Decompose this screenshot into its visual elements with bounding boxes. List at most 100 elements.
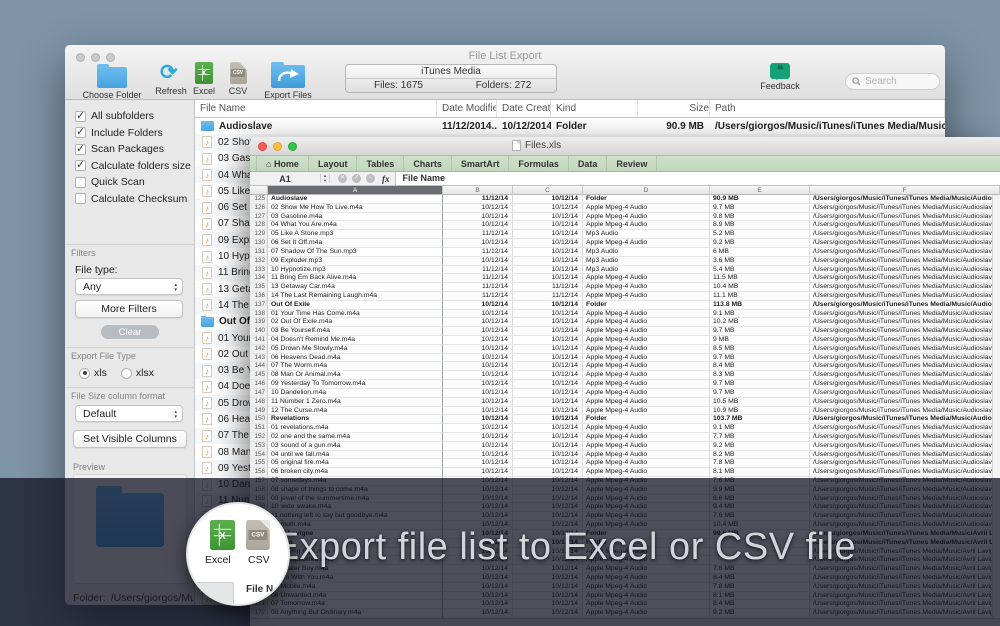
excel-column-E[interactable]: E (710, 186, 810, 195)
excel-row[interactable]: 13209 Exploder.mp310/12/1410/12/14Mp3 Au… (250, 257, 1000, 266)
row-number[interactable]: 129 (250, 230, 268, 239)
row-number[interactable]: 150 (250, 415, 268, 424)
row-number[interactable]: 145 (250, 371, 268, 380)
excel-row[interactable]: 15202 one and the same.m4a10/12/1410/12/… (250, 433, 1000, 442)
radio-xls[interactable]: xls (79, 367, 107, 379)
excel-row[interactable]: 13411 Bring Em Back Alive.m4a11/12/1410/… (250, 274, 1000, 283)
row-number[interactable]: 156 (250, 468, 268, 477)
row-number[interactable]: 136 (250, 292, 268, 301)
excel-row[interactable]: 13902 Out Of Exile.m4a10/12/1410/12/14Ap… (250, 318, 1000, 327)
excel-tab-charts[interactable]: Charts (404, 156, 452, 171)
choose-folder-button[interactable]: Choose Folder (79, 63, 145, 100)
excel-row[interactable]: 12703 Gasoline.m4a10/12/1410/12/14Apple … (250, 213, 1000, 222)
row-number[interactable]: 127 (250, 213, 268, 222)
excel-column-C[interactable]: C (513, 186, 583, 195)
excel-tab-formulas[interactable]: Formulas (509, 156, 569, 171)
minimize-icon[interactable] (273, 142, 282, 151)
excel-tab-tables[interactable]: Tables (357, 156, 404, 171)
excel-row[interactable]: 14306 Heavens Dead.m4a10/12/1410/12/14Ap… (250, 354, 1000, 363)
row-number[interactable]: 134 (250, 274, 268, 283)
excel-column-B[interactable]: B (443, 186, 513, 195)
row-number[interactable]: 143 (250, 354, 268, 363)
excel-row[interactable]: 12602 Show Me How To Live.m4a10/12/1410/… (250, 204, 1000, 213)
row-number[interactable]: 155 (250, 459, 268, 468)
row-number[interactable]: 139 (250, 318, 268, 327)
fx-icon[interactable]: fx (382, 174, 390, 184)
row-number[interactable]: 144 (250, 362, 268, 371)
stepper-icon[interactable]: ▲▼ (320, 174, 330, 183)
row-number[interactable]: 147 (250, 389, 268, 398)
feedback-button[interactable]: ❝ Feedback (755, 63, 805, 91)
excel-tab-smartart[interactable]: SmartArt (452, 156, 510, 171)
excel-row[interactable]: 14407 The Worm.m4a10/12/1410/12/14Apple … (250, 362, 1000, 371)
row-number[interactable]: 132 (250, 257, 268, 266)
row-number[interactable]: 128 (250, 221, 268, 230)
checkbox-calculate-checksum[interactable]: Calculate Checksum (65, 191, 195, 208)
radio-xlsx[interactable]: xlsx (121, 367, 154, 379)
column-header-date-created[interactable]: Date Created (497, 100, 551, 117)
row-number[interactable]: 125 (250, 195, 268, 204)
file-type-select[interactable]: Any ▲▼ (75, 278, 183, 295)
file-list-row[interactable]: Audioslave11/12/2014...10/12/2014 16...F… (195, 118, 945, 134)
checkbox-include-folders[interactable]: Include Folders (65, 125, 195, 142)
row-number[interactable]: 149 (250, 407, 268, 416)
excel-row[interactable]: 13107 Shadow Of The Sun.mp311/12/1410/12… (250, 248, 1000, 257)
excel-row[interactable]: 150Revelations10/12/1410/12/14Folder103.… (250, 415, 1000, 424)
excel-row[interactable]: 14205 Drown Me Slowly.m4a10/12/1410/12/1… (250, 345, 1000, 354)
column-header-size[interactable]: Size (638, 100, 710, 117)
excel-column-F[interactable]: F (810, 186, 1000, 195)
excel-tab-layout[interactable]: Layout (309, 156, 358, 171)
excel-column-A[interactable]: A (268, 186, 443, 195)
clear-button[interactable]: Clear (101, 325, 159, 339)
select-all-corner[interactable] (250, 186, 268, 195)
excel-row[interactable]: 12905 Like A Stone.mp311/12/1410/12/14Mp… (250, 230, 1000, 239)
excel-row[interactable]: 14912 The Curse.m4a10/12/1410/12/14Apple… (250, 407, 1000, 416)
column-header-file-name[interactable]: File Name (195, 100, 437, 117)
column-header-kind[interactable]: Kind (551, 100, 638, 117)
zoom-icon[interactable] (288, 142, 297, 151)
csv-button[interactable]: CSV CSV (221, 62, 255, 96)
excel-row[interactable]: 13310 Hypnotize.mp311/12/1410/12/14Mp3 A… (250, 266, 1000, 275)
row-number[interactable]: 141 (250, 336, 268, 345)
excel-row[interactable]: 15404 until we fall.m4a10/12/1410/12/14A… (250, 451, 1000, 460)
row-number[interactable]: 130 (250, 239, 268, 248)
excel-row[interactable]: 14104 Doesn't Remind Me.m4a10/12/1410/12… (250, 336, 1000, 345)
excel-row[interactable]: 15303 sound of a gun.m4a10/12/1410/12/14… (250, 442, 1000, 451)
excel-row[interactable]: 13801 Your Time Has Come.m4a10/12/1410/1… (250, 310, 1000, 319)
excel-tab-review[interactable]: Review (607, 156, 657, 171)
excel-row[interactable]: 14003 Be Yourself.m4a10/12/1410/12/14App… (250, 327, 1000, 336)
checkbox-calculate-folders-size[interactable]: Calculate folders size (65, 158, 195, 175)
excel-tab-data[interactable]: Data (569, 156, 608, 171)
row-number[interactable]: 133 (250, 266, 268, 275)
excel-tab-home[interactable]: ⌂ Home (256, 156, 309, 171)
excel-column-D[interactable]: D (583, 186, 710, 195)
cancel-icon[interactable]: ✕ (338, 174, 347, 183)
row-number[interactable]: 151 (250, 424, 268, 433)
minus-icon[interactable]: − (366, 174, 375, 183)
formula-input[interactable]: File Name (395, 172, 1000, 185)
excel-row[interactable]: 14710 Dandelion.m4a10/12/1410/12/14Apple… (250, 389, 1000, 398)
excel-row[interactable]: 125Audioslave11/12/1410/12/14Folder90.9 … (250, 195, 1000, 204)
row-number[interactable]: 153 (250, 442, 268, 451)
row-number[interactable]: 154 (250, 451, 268, 460)
export-files-button[interactable]: Export Files (253, 62, 323, 100)
set-visible-columns-button[interactable]: Set Visible Columns (73, 430, 187, 448)
row-number[interactable]: 137 (250, 301, 268, 310)
row-number[interactable]: 138 (250, 310, 268, 319)
close-icon[interactable] (258, 142, 267, 151)
more-filters-button[interactable]: More Filters (75, 300, 183, 318)
row-number[interactable]: 131 (250, 248, 268, 257)
accept-icon[interactable]: ✓ (352, 174, 361, 183)
column-header-path[interactable]: Path (710, 100, 945, 117)
checkbox-quick-scan[interactable]: Quick Scan (65, 174, 195, 191)
excel-row[interactable]: 15505 original fire.m4a10/12/1410/12/14A… (250, 459, 1000, 468)
excel-row[interactable]: 14609 Yesterday To Tomorrow.m4a10/12/141… (250, 380, 1000, 389)
checkbox-scan-packages[interactable]: Scan Packages (65, 141, 195, 158)
row-number[interactable]: 148 (250, 398, 268, 407)
row-number[interactable]: 146 (250, 380, 268, 389)
excel-row[interactable]: 15606 broken city.m4a10/12/1410/12/14App… (250, 468, 1000, 477)
excel-button[interactable]: X Excel (187, 62, 221, 96)
excel-row[interactable]: 12804 What You Are.m4a10/12/1410/12/14Ap… (250, 221, 1000, 230)
row-number[interactable]: 152 (250, 433, 268, 442)
row-number[interactable]: 135 (250, 283, 268, 292)
